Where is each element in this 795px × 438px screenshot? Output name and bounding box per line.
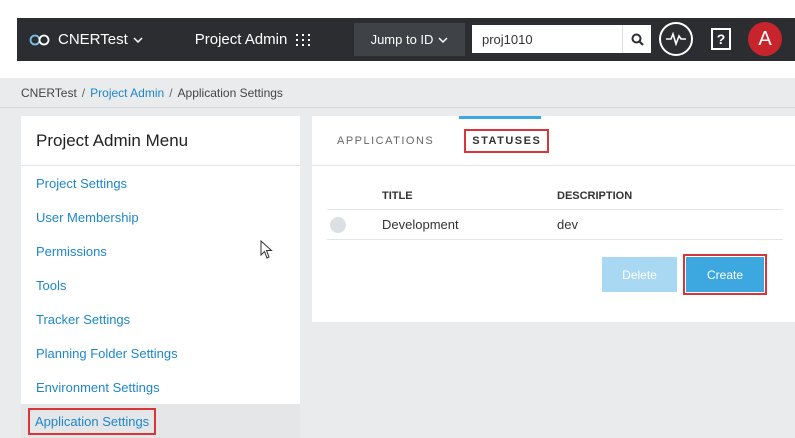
column-header-description: DESCRIPTION (557, 190, 633, 202)
sidebar-item-project-settings[interactable]: Project Settings (21, 166, 300, 200)
top-nav-bar: CNERTest Project Admin Jump to ID proj10… (17, 18, 795, 61)
radio-button[interactable] (330, 216, 346, 233)
app-name: CNERTest (58, 31, 128, 48)
grid-icon (296, 33, 311, 46)
breadcrumb-current: Application Settings (177, 85, 283, 100)
help-button[interactable]: ? (711, 28, 731, 50)
sidebar-item-label: Project Settings (36, 175, 128, 191)
breadcrumb-separator: / (169, 85, 173, 100)
sidebar-item-label: User Membership (36, 209, 139, 225)
sidebar-item-label: Tools (36, 277, 67, 293)
sidebar-item-application-settings[interactable]: Application Settings (21, 404, 300, 438)
project-admin-menu[interactable]: Project Admin (195, 31, 311, 48)
create-button[interactable]: Create (683, 254, 767, 295)
tab-applications[interactable]: APPLICATIONS (337, 135, 434, 147)
sidebar-item-tools[interactable]: Tools (21, 268, 300, 302)
project-admin-label: Project Admin (194, 31, 288, 48)
chevron-down-icon (438, 36, 448, 43)
statuses-table: TITLE DESCRIPTION Development dev (327, 183, 783, 240)
sidebar-item-label: Environment Settings (36, 379, 160, 395)
tab-statuses[interactable]: STATUSES (464, 128, 550, 153)
sidebar-item-tracker-settings[interactable]: Tracker Settings (21, 302, 300, 336)
breadcrumb-root[interactable]: CNERTest (21, 86, 77, 100)
project-admin-sidebar: Project Admin Menu Project Settings User… (21, 116, 300, 438)
help-icon: ? (716, 31, 726, 47)
mouse-cursor-icon (260, 240, 273, 259)
table-header: TITLE DESCRIPTION (327, 183, 783, 210)
column-header-title: TITLE (382, 190, 413, 202)
active-tab-indicator (459, 116, 541, 119)
avatar[interactable]: A (748, 22, 782, 56)
breadcrumb-project-admin[interactable]: Project Admin (90, 86, 164, 100)
sidebar-item-planning-folder-settings[interactable]: Planning Folder Settings (21, 336, 300, 370)
search-button[interactable] (622, 25, 651, 53)
pulse-icon (666, 32, 686, 46)
avatar-initial: A (758, 27, 772, 50)
breadcrumb-separator: / (81, 85, 86, 100)
sidebar-item-label: Planning Folder Settings (36, 345, 178, 361)
application-settings-panel: APPLICATIONS STATUSES TITLE DESCRIPTION … (312, 116, 795, 322)
row-description: dev (557, 217, 578, 232)
chevron-down-icon (133, 36, 143, 43)
jump-to-id-button[interactable]: Jump to ID (354, 23, 465, 56)
row-title: Development (382, 217, 459, 232)
app-logo-icon (29, 34, 50, 45)
sidebar-item-label: Permissions (36, 243, 107, 259)
delete-button[interactable]: Delete (602, 257, 677, 292)
top-header: CNERTest Project Admin Jump to ID proj10… (0, 0, 795, 78)
tab-bar: APPLICATIONS STATUSES (312, 116, 795, 166)
jump-label: Jump to ID (370, 32, 434, 47)
search-icon (631, 33, 644, 46)
sidebar-item-permissions[interactable]: Permissions (21, 234, 300, 268)
sidebar-item-user-membership[interactable]: User Membership (21, 200, 300, 234)
table-row[interactable]: Development dev (327, 210, 783, 240)
sidebar-item-label: Application Settings (27, 407, 157, 435)
sidebar-title: Project Admin Menu (21, 116, 300, 166)
jump-id-input[interactable] (472, 25, 622, 53)
app-switcher[interactable]: CNERTest (29, 31, 143, 48)
activity-button[interactable] (659, 22, 693, 56)
row-select[interactable] (327, 216, 382, 233)
sidebar-item-environment-settings[interactable]: Environment Settings (21, 370, 300, 404)
breadcrumb: CNERTest / Project Admin / Application S… (0, 78, 795, 108)
sidebar-item-label: Tracker Settings (36, 311, 131, 327)
